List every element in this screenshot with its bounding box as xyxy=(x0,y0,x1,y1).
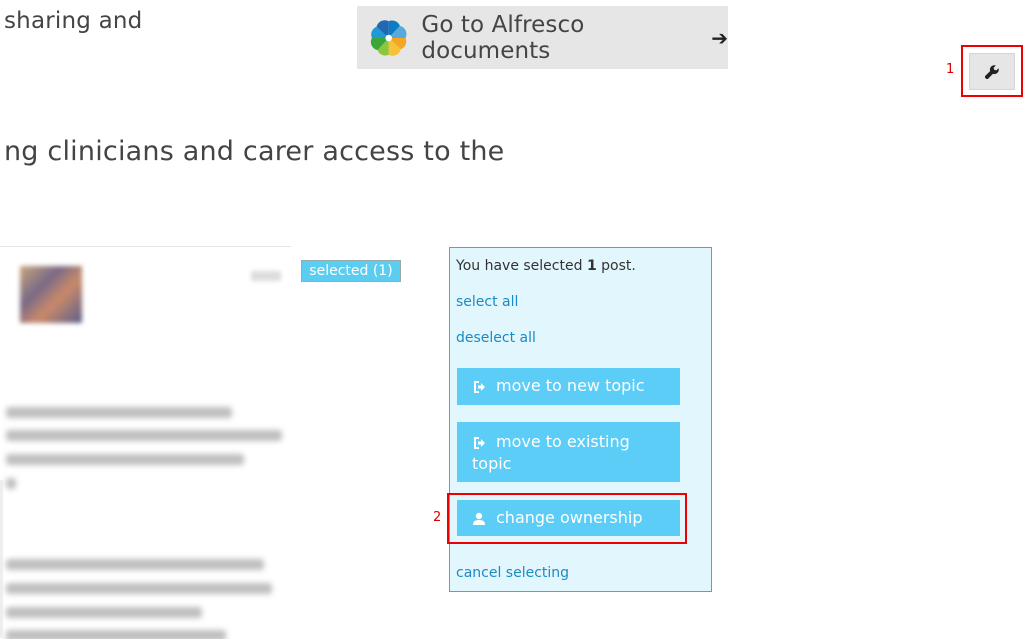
move-to-existing-topic-button[interactable]: move to existing topic xyxy=(457,422,680,482)
move-to-new-topic-button[interactable]: move to new topic xyxy=(457,368,680,405)
annotation-box-2 xyxy=(447,493,687,544)
blurred-text-line xyxy=(6,583,272,594)
page-subtitle-fragment: ng clinicians and carer access to the xyxy=(4,136,505,167)
selected-post[interactable] xyxy=(0,246,291,639)
blurred-text-line xyxy=(6,559,264,570)
selection-info-prefix: You have selected xyxy=(456,258,587,274)
annotation-marker-2: 2 xyxy=(433,510,442,525)
sign-in-icon xyxy=(474,380,485,393)
selection-count: 1 xyxy=(586,258,597,274)
page-heading-fragment: sharing and xyxy=(4,8,143,34)
move-to-existing-topic-label: move to existing topic xyxy=(472,432,630,473)
avatar xyxy=(20,266,82,323)
post-date-blurred xyxy=(251,271,281,281)
blurred-text-line xyxy=(6,454,244,465)
move-to-new-topic-label: move to new topic xyxy=(496,376,645,395)
selection-info: You have selected 1 post. xyxy=(456,258,636,274)
blurred-text-line xyxy=(6,607,202,618)
arrow-right-icon: ➔ xyxy=(711,25,728,50)
selected-count-badge: selected (1) xyxy=(301,260,401,282)
blurred-text-line xyxy=(6,430,282,441)
wrench-icon xyxy=(984,64,999,79)
annotation-marker-1: 1 xyxy=(946,62,955,77)
selection-info-suffix: post. xyxy=(596,258,636,274)
post-left-rule xyxy=(0,480,3,638)
deselect-all-link[interactable]: deselect all xyxy=(456,330,536,346)
cancel-selecting-link[interactable]: cancel selecting xyxy=(456,565,569,581)
select-all-link[interactable]: select all xyxy=(456,294,518,310)
go-to-alfresco-button[interactable]: Go to Alfresco documents ➔ xyxy=(357,6,728,69)
alfresco-logo-icon xyxy=(370,19,407,56)
alfresco-button-label: Go to Alfresco documents xyxy=(421,11,585,64)
settings-wrench-button[interactable] xyxy=(969,53,1015,90)
blurred-text-line xyxy=(6,478,16,489)
sign-in-icon xyxy=(474,436,485,449)
blurred-text-line xyxy=(6,407,232,418)
